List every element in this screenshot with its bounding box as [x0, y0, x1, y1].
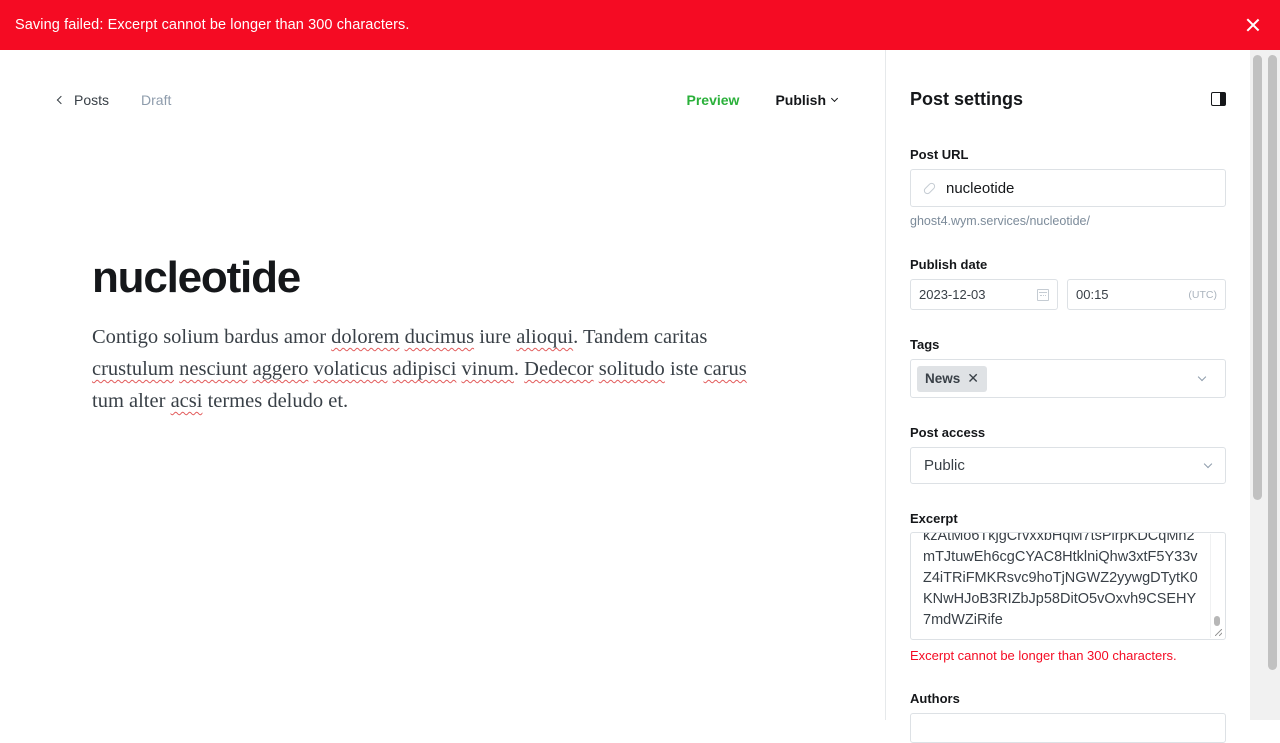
body-text-segment: tum alter [92, 390, 171, 412]
body-text-segment: . Tandem caritas [573, 326, 708, 348]
error-banner: Saving failed: Excerpt cannot be longer … [0, 0, 1280, 50]
misspelled-word: carus [703, 358, 747, 380]
post-url-input[interactable]: nucleotide [910, 169, 1226, 207]
post-settings-panel: Post settings Post URL nucleotide ghost4… [886, 50, 1250, 743]
post-title[interactable]: nucleotide [92, 253, 301, 303]
close-icon[interactable] [1246, 18, 1260, 32]
link-icon [922, 180, 937, 196]
remove-tag-icon[interactable]: ✕ [967, 370, 979, 387]
misspelled-word: alioqui [516, 326, 574, 348]
publish-button[interactable]: Publish [775, 92, 839, 108]
excerpt-value: kzAtMo6TkjgCrvxxbHqM7tsPlrpKDCqMn2mTJtuw… [923, 532, 1198, 628]
authors-input[interactable] [910, 713, 1226, 743]
publish-time-value: 00:15 [1076, 287, 1109, 302]
excerpt-scrollbar[interactable] [1210, 534, 1224, 638]
body-text-segment: Contigo solium bardus amor [92, 326, 332, 348]
authors-label: Authors [910, 691, 960, 706]
misspelled-word: aggero [252, 358, 309, 380]
publish-label: Publish [775, 92, 826, 108]
post-url-label: Post URL [910, 147, 969, 162]
body-text-segment: iste [664, 358, 704, 380]
chevron-down-icon [1203, 459, 1213, 468]
misspelled-word: volaticus [313, 358, 388, 380]
chevron-down-icon [830, 94, 839, 103]
body-text-segment: termes deludo et. [202, 390, 349, 412]
tag-chip: News ✕ [917, 365, 988, 392]
chevron-down-icon[interactable] [1197, 372, 1207, 381]
misspelled-word: ducimus [404, 326, 475, 348]
editor-pane: Posts Draft Preview Publish nucleotide C… [0, 50, 885, 720]
page-scrollbar-thumb[interactable] [1268, 55, 1277, 670]
back-to-posts-link[interactable]: Posts [55, 92, 109, 108]
excerpt-label: Excerpt [910, 511, 958, 526]
settings-scrollbar[interactable] [1250, 50, 1265, 720]
publish-time-input[interactable]: 00:15 (UTC) [1067, 279, 1226, 310]
post-url-value: nucleotide [946, 179, 1015, 197]
post-url-hint: ghost4.wym.services/nucleotide/ [910, 214, 1090, 228]
tags-label: Tags [910, 337, 940, 352]
excerpt-textarea[interactable]: kzAtMo6TkjgCrvxxbHqM7tsPlrpKDCqMn2mTJtuw… [910, 532, 1226, 640]
back-label: Posts [74, 92, 110, 108]
body-text-segment: . [513, 358, 525, 380]
sidebar-toggle-icon[interactable] [1211, 92, 1226, 106]
misspelled-word: solitudo [598, 358, 665, 380]
preview-button[interactable]: Preview [687, 92, 740, 108]
publish-date-value: 2023-12-03 [919, 287, 986, 302]
settings-scrollbar-thumb[interactable] [1253, 55, 1262, 500]
tags-input[interactable]: News ✕ [910, 359, 1226, 398]
resize-handle[interactable] [1215, 629, 1222, 636]
misspelled-word: crustulum [92, 358, 174, 380]
excerpt-scrollbar-thumb[interactable] [1214, 616, 1220, 626]
post-access-label: Post access [910, 425, 986, 440]
misspelled-word: vinum [461, 358, 514, 380]
post-body[interactable]: Contigo solium bardus amor dolorem ducim… [92, 321, 782, 417]
post-status: Draft [141, 92, 172, 108]
error-banner-message: Saving failed: Excerpt cannot be longer … [15, 17, 410, 33]
editor-topbar: Posts Draft Preview Publish [55, 90, 839, 110]
page-scrollbar[interactable] [1265, 50, 1280, 720]
misspelled-word: Dedecor [524, 358, 594, 380]
chevron-left-icon [56, 95, 66, 105]
misspelled-word: dolorem [331, 326, 400, 348]
publish-date-input[interactable]: 2023-12-03 [910, 279, 1058, 310]
misspelled-word: nesciunt [179, 358, 248, 380]
calendar-icon [1037, 288, 1049, 301]
post-access-select[interactable]: Public [910, 447, 1226, 484]
timezone-label: (UTC) [1188, 288, 1217, 301]
body-text-segment: iure [474, 326, 517, 348]
misspelled-word: adipisci [392, 358, 457, 380]
settings-heading: Post settings [910, 89, 1024, 109]
publish-date-label: Publish date [910, 257, 988, 272]
post-access-value: Public [924, 457, 965, 474]
tag-chip-label: News [925, 371, 961, 386]
excerpt-error: Excerpt cannot be longer than 300 charac… [910, 648, 1177, 663]
misspelled-word: acsi [170, 390, 203, 412]
